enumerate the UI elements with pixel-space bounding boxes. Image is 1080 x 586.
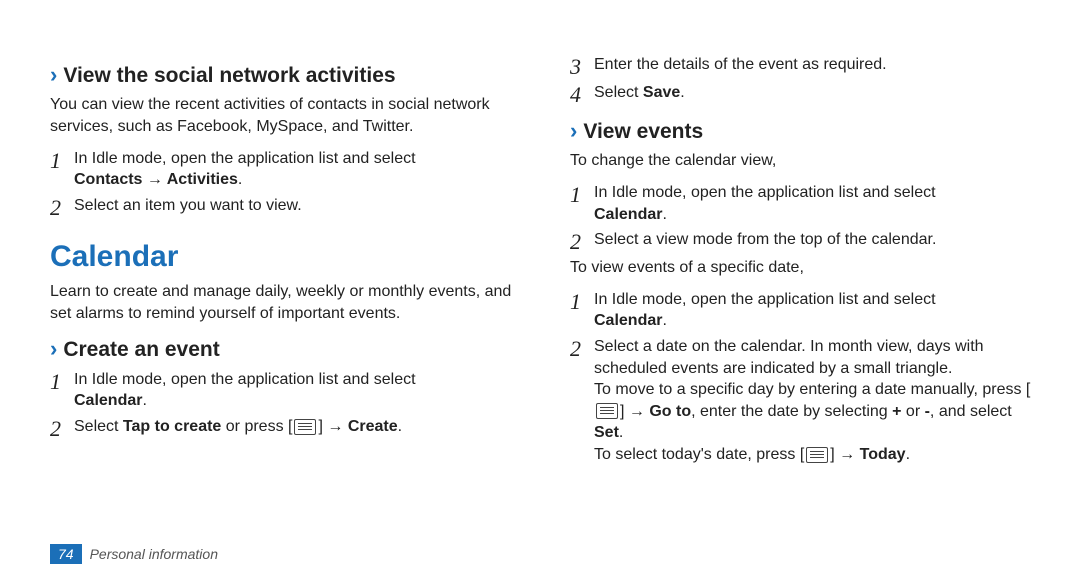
step-view-2: 2 Select a view mode from the top of the… [570,229,1040,253]
step-number: 2 [570,336,594,360]
step-date-1: 1 In Idle mode, open the application lis… [570,289,1040,332]
chevron-icon: › [50,336,57,361]
step-create-2: 2 Select Tap to create or press [] → Cre… [50,416,520,440]
subhead-create-event: › Create an event [50,334,520,364]
step-date-2: 2 Select a date on the calendar. In mont… [570,336,1040,466]
page-body: › View the social network activities You … [0,0,1080,540]
step-text: In Idle mode, open the application list … [74,148,520,191]
step-number: 2 [570,229,594,253]
left-column: › View the social network activities You … [50,50,520,520]
step-social-1: 1 In Idle mode, open the application lis… [50,148,520,191]
step-view-1: 1 In Idle mode, open the application lis… [570,182,1040,225]
page-number: 74 [50,544,82,564]
step-text: Select a date on the calendar. In month … [594,336,1040,466]
step-number: 3 [570,54,594,78]
step-social-2: 2 Select an item you want to view. [50,195,520,219]
para-change-view: To change the calendar view, [570,150,1040,172]
step-text: Select an item you want to view. [74,195,520,217]
step-number: 2 [50,416,74,440]
step-number: 1 [50,148,74,172]
menu-icon [596,403,618,419]
subhead-text: View events [583,120,703,143]
menu-icon [806,447,828,463]
step-create-4: 4 Select Save. [570,82,1040,106]
step-number: 1 [570,182,594,206]
step-text: Select Save. [594,82,1040,104]
subhead-view-social: › View the social network activities [50,60,520,90]
para-social-intro: You can view the recent activities of co… [50,94,520,137]
chevron-icon: › [50,62,57,87]
menu-icon [294,419,316,435]
step-text: In Idle mode, open the application list … [594,182,1040,225]
section-title-calendar: Calendar [50,237,520,278]
step-create-3: 3 Enter the details of the event as requ… [570,54,1040,78]
right-column: 3 Enter the details of the event as requ… [570,50,1040,520]
step-text: In Idle mode, open the application list … [594,289,1040,332]
page-footer: 74 Personal information [0,540,1080,564]
subhead-view-events: › View events [570,116,1040,146]
para-calendar-intro: Learn to create and manage daily, weekly… [50,281,520,324]
step-create-1: 1 In Idle mode, open the application lis… [50,369,520,412]
step-text: Select Tap to create or press [] → Creat… [74,416,520,438]
step-number: 1 [570,289,594,313]
step-number: 1 [50,369,74,393]
footer-section: Personal information [90,546,218,562]
chevron-icon: › [570,118,577,143]
para-specific-date: To view events of a specific date, [570,257,1040,279]
subhead-text: View the social network activities [63,64,395,87]
subhead-text: Create an event [63,338,219,361]
step-number: 4 [570,82,594,106]
step-number: 2 [50,195,74,219]
step-text: In Idle mode, open the application list … [74,369,520,412]
step-text: Enter the details of the event as requir… [594,54,1040,76]
step-text: Select a view mode from the top of the c… [594,229,1040,251]
